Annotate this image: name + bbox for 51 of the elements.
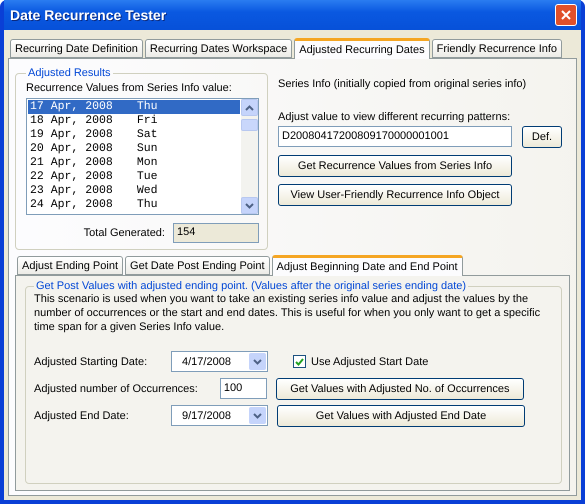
total-label: Total Generated: (84, 226, 165, 240)
default-button[interactable]: Def. (522, 126, 562, 148)
field-label: Adjusted End Date: (34, 408, 130, 422)
date-picker[interactable]: 9/17/2008 (171, 405, 268, 426)
occurrences-field[interactable]: 100 (220, 378, 267, 399)
scroll-up-button[interactable] (241, 99, 258, 116)
chevron-down-icon (245, 202, 254, 208)
tab[interactable]: Adjust Ending Point (17, 256, 124, 275)
scroll-down-button[interactable] (241, 197, 258, 214)
scrollbar[interactable] (241, 99, 258, 214)
group-title: Adjusted Results (27, 67, 112, 79)
series-info-note: Series Info (initially copied from original series info) (278, 77, 528, 91)
field-label: Adjusted Starting Date: (34, 354, 148, 368)
list-item[interactable]: 21 Apr, 2008 Mon (28, 156, 240, 170)
scroll-thumb[interactable] (241, 118, 258, 130)
list-item[interactable]: 17 Apr, 2008 Thu (28, 100, 240, 114)
dropdown-button[interactable] (249, 353, 266, 370)
action-button[interactable]: Get Recurrence Values from Series Info (278, 155, 512, 177)
tab[interactable]: Recurring Dates Workspace (144, 39, 292, 58)
action-button[interactable]: View User-Friendly Recurrence Info Object (278, 184, 512, 206)
list-item[interactable]: 18 Apr, 2008 Fri (28, 114, 240, 128)
checkmark-icon (295, 358, 304, 366)
tab[interactable]: Friendly Recurrence Info (432, 39, 562, 58)
list-item[interactable]: 22 Apr, 2008 Tue (28, 170, 240, 184)
list-item[interactable]: 19 Apr, 2008 Sat (28, 128, 240, 142)
list-item[interactable]: 20 Apr, 2008 Sun (28, 142, 240, 156)
list-item[interactable]: 23 Apr, 2008 Wed (28, 184, 240, 198)
tab[interactable]: Get Date Post Ending Point (125, 256, 270, 275)
tab[interactable]: Recurring Date Definition (10, 39, 143, 58)
checkbox[interactable] (293, 355, 306, 368)
action-button[interactable]: Get Values with Adjusted End Date (277, 404, 525, 426)
chevron-down-icon (253, 358, 262, 364)
date-picker[interactable]: 4/17/2008 (171, 351, 268, 372)
group-title: Get Post Values with adjusted ending point. (Values after the original series ending date) (35, 280, 468, 292)
list-label: Recurrence Values from Series Info value: (26, 82, 232, 94)
window-title: Date Recurrence Tester (10, 7, 166, 23)
description-text: This scenario is used when you want to take an existing series info value and adjust the values by the number of occurrences or the start and end dates. This is useful for when you only want to get a specific time span for a given Series Info value. (34, 292, 542, 334)
tab[interactable]: Adjust Beginning Date and End Point (272, 255, 463, 276)
series-info-prompt: Adjust value to view different recurring patterns: (278, 110, 512, 124)
dropdown-button[interactable] (249, 407, 266, 424)
series-info-field[interactable]: D20080417200809170000001001 (278, 126, 512, 147)
chevron-up-icon (245, 104, 254, 110)
checkbox-label[interactable]: Use Adjusted Start Date (311, 354, 428, 368)
chevron-down-icon (253, 412, 262, 418)
field-label: Adjusted number of Occurrences: (34, 382, 198, 396)
close-icon (561, 10, 571, 20)
action-button[interactable]: Get Values with Adjusted No. of Occurrences (276, 378, 524, 400)
list-item[interactable]: 24 Apr, 2008 Thu (28, 198, 240, 212)
total-field: 154 (173, 223, 259, 243)
close-button[interactable] (555, 4, 577, 26)
tab[interactable]: Adjusted Recurring Dates (294, 38, 430, 59)
